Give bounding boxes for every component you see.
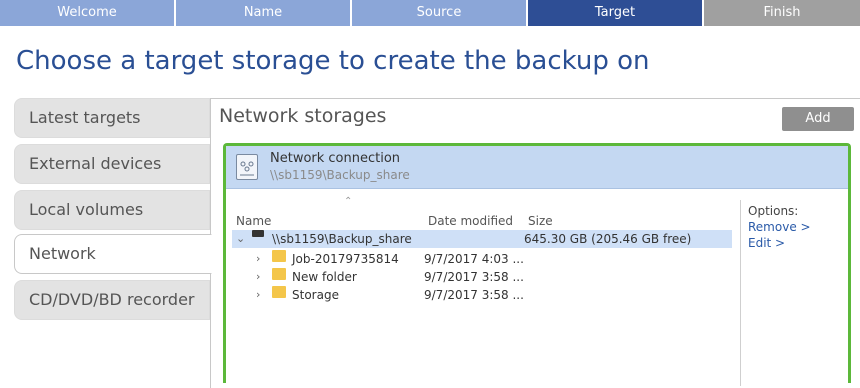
- edit-link[interactable]: Edit >: [748, 236, 785, 250]
- step-name[interactable]: Name: [176, 0, 352, 26]
- tab-external-devices[interactable]: External devices: [14, 144, 210, 184]
- page-title: Choose a target storage to create the ba…: [16, 46, 650, 76]
- options-divider: [740, 200, 741, 386]
- step-source[interactable]: Source: [352, 0, 528, 26]
- tree-row-new-folder[interactable]: › New folder 9/7/2017 3:58 ...: [232, 268, 732, 286]
- network-share-icon: [236, 154, 258, 180]
- sort-ascending-icon: ⌃: [344, 196, 353, 207]
- network-drive-icon: [252, 230, 264, 237]
- tab-network[interactable]: Network: [14, 234, 212, 274]
- tab-cd-dvd-bd-recorder[interactable]: CD/DVD/BD recorder: [14, 280, 210, 320]
- wizard-steps: Welcome Name Source Target Finish: [0, 0, 860, 26]
- step-target: Target: [528, 0, 704, 26]
- tree-row-date: 9/7/2017 4:03 ...: [424, 252, 524, 266]
- panel-title: Network storages: [219, 105, 387, 127]
- tree-row-name: Job-20179735814: [292, 252, 399, 266]
- connection-path: \\sb1159\Backup_share: [270, 168, 410, 182]
- column-header-size[interactable]: Size: [528, 214, 553, 228]
- chevron-down-icon[interactable]: ⌄: [236, 230, 245, 248]
- chevron-right-icon[interactable]: ›: [256, 250, 260, 268]
- add-button[interactable]: Add: [782, 107, 854, 131]
- column-header-name[interactable]: Name: [236, 214, 271, 228]
- tree-row-date: 9/7/2017 3:58 ...: [424, 288, 524, 302]
- tree-row-name: \\sb1159\Backup_share: [272, 232, 412, 246]
- connection-name: Network connection: [270, 151, 401, 166]
- tree-row-size: 645.30 GB (205.46 GB free): [524, 232, 692, 246]
- tab-local-volumes[interactable]: Local volumes: [14, 190, 210, 230]
- folder-icon: [272, 286, 286, 298]
- chevron-right-icon[interactable]: ›: [256, 286, 260, 304]
- tree-row-name: Storage: [292, 288, 339, 302]
- remove-link[interactable]: Remove >: [748, 220, 811, 234]
- tree-row-backup-share[interactable]: ⌄ \\sb1159\Backup_share 645.30 GB (205.4…: [232, 230, 732, 248]
- tree-row-job[interactable]: › Job-20179735814 9/7/2017 4:03 ...: [232, 250, 732, 268]
- network-storages-panel: Network storages Add Network connection …: [210, 98, 860, 388]
- tree-row-storage[interactable]: › Storage 9/7/2017 3:58 ...: [232, 286, 732, 304]
- folder-icon: [272, 268, 286, 280]
- column-header-date-modified[interactable]: Date modified: [428, 214, 513, 228]
- selected-storage-box: Network connection \\sb1159\Backup_share…: [223, 143, 851, 386]
- tree-row-name: New folder: [292, 270, 357, 284]
- folder-icon: [272, 250, 286, 262]
- tab-latest-targets[interactable]: Latest targets: [14, 98, 210, 138]
- tree-row-date: 9/7/2017 3:58 ...: [424, 270, 524, 284]
- network-connection-row[interactable]: Network connection \\sb1159\Backup_share: [226, 146, 848, 189]
- chevron-right-icon[interactable]: ›: [256, 268, 260, 286]
- step-finish: Finish: [704, 0, 860, 26]
- step-welcome[interactable]: Welcome: [0, 0, 176, 26]
- options-label: Options:: [748, 204, 799, 218]
